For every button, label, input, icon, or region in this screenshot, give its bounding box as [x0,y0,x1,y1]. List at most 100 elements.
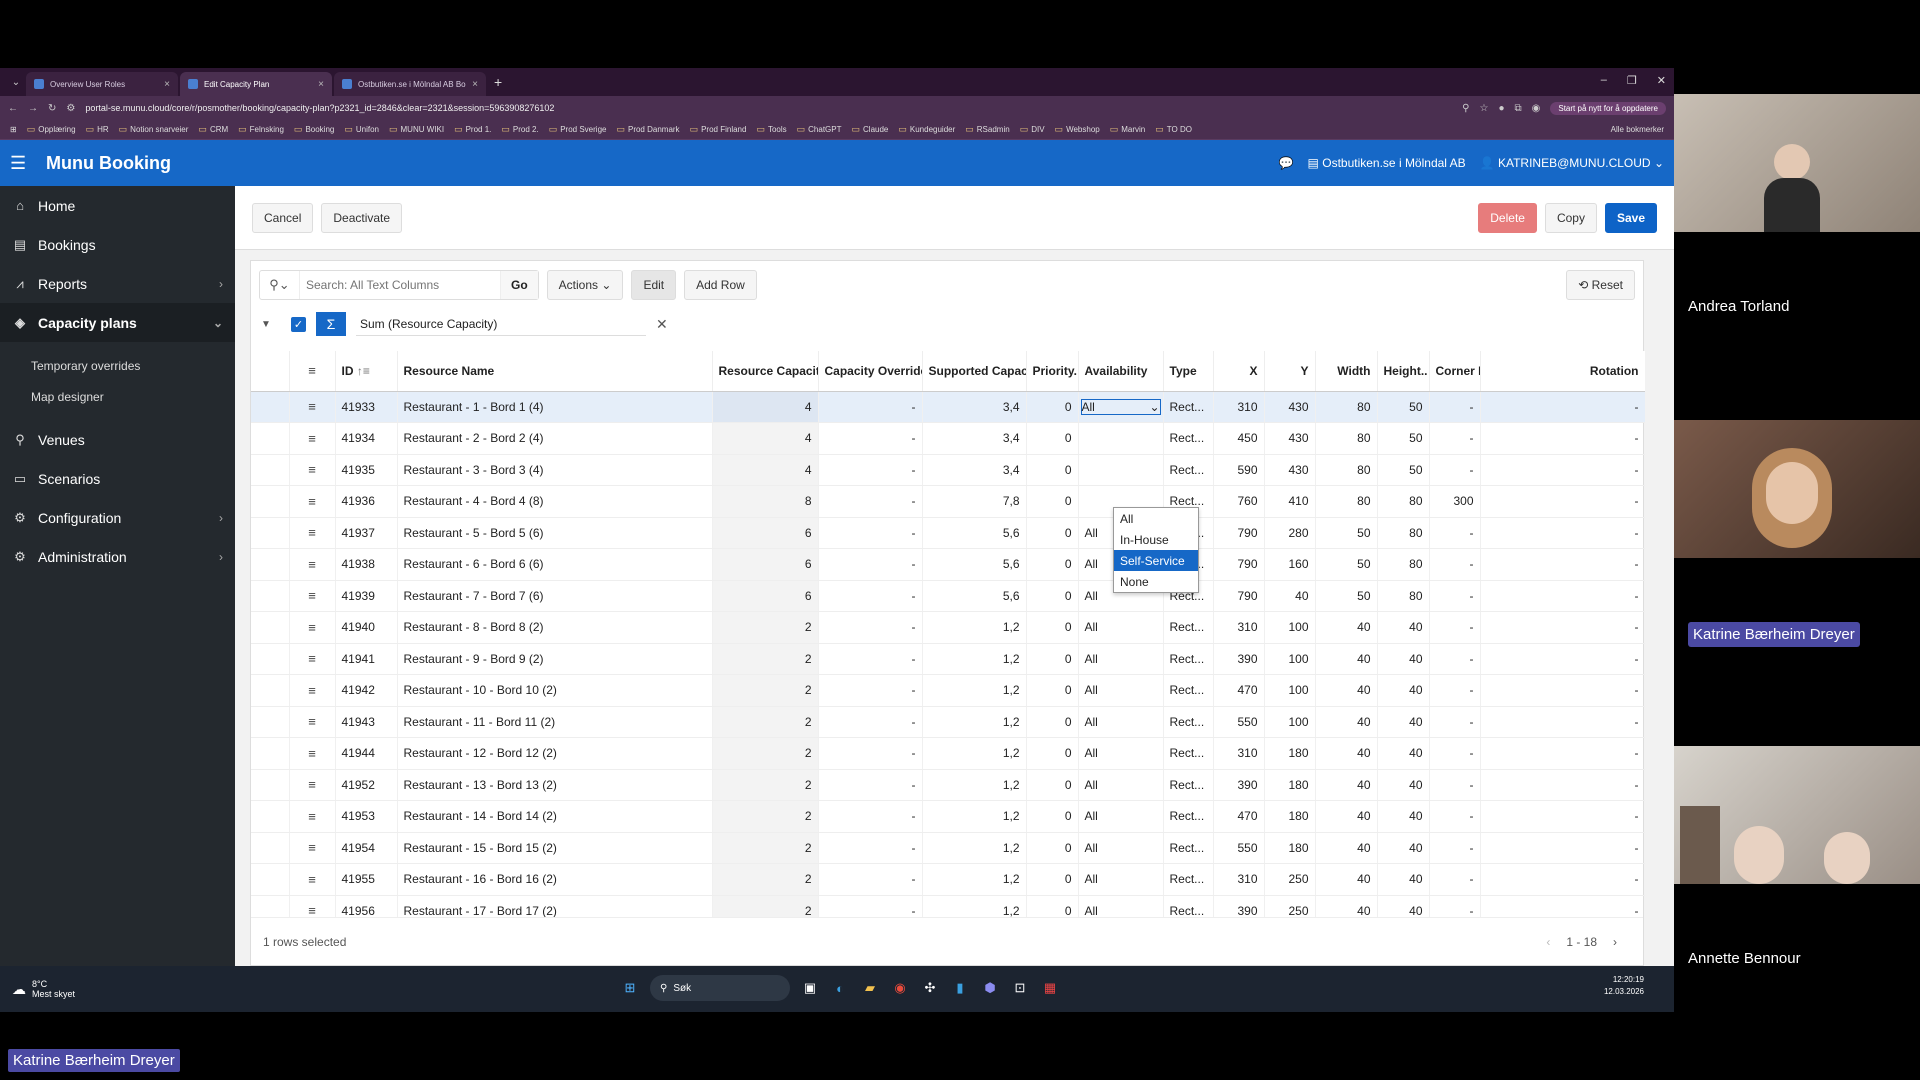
row-actions-icon[interactable]: ≡ [289,769,336,801]
row-actions-icon[interactable]: ≡ [289,895,336,918]
table-cell[interactable]: 80 [1377,485,1430,518]
restore-icon[interactable]: ❐ [1627,74,1637,87]
table-cell[interactable]: 41955 [335,863,398,896]
aggregate-checkbox[interactable]: ✓ [291,316,306,332]
table-cell[interactable]: 41954 [335,832,398,864]
table-cell[interactable]: 310 [1213,391,1265,423]
bookmark-item[interactable]: ▭ Booking [294,124,334,135]
column-header[interactable]: Availability [1078,351,1164,392]
deactivate-button[interactable]: Deactivate [321,202,403,233]
table-cell[interactable]: 41944 [335,737,398,770]
table-cell[interactable]: 40 [1377,643,1430,675]
table-row[interactable]: ≡ 41944 Restaurant - 12 - Bord 12 (2) 2 - 1,2… [251,737,1645,770]
bookmark-item[interactable]: ▭ ChatGPT [797,124,842,135]
row-actions-icon[interactable]: ≡ [289,611,336,644]
row-actions-icon[interactable]: ≡ [289,580,336,612]
table-cell[interactable]: - [818,422,923,455]
table-cell[interactable]: All [1078,422,1164,455]
table-cell[interactable]: 6 [712,548,819,581]
table-cell[interactable]: - [818,580,923,612]
table-cell[interactable]: - [818,643,923,675]
table-cell[interactable]: 160 [1264,548,1316,581]
table-cell[interactable]: - [1429,895,1481,918]
browser-tab[interactable]: Ostbutiken.se i Mölndal AB Bo × [334,72,486,96]
row-actions-icon[interactable]: ≡ [289,517,336,549]
table-row[interactable]: ≡ 41942 Restaurant - 10 - Bord 10 (2) 2 - 1,2… [251,674,1645,707]
table-cell[interactable]: 50 [1377,422,1430,455]
table-cell[interactable]: 3,4 [922,454,1027,486]
table-cell[interactable]: All [1078,737,1164,770]
app-icon[interactable]: ▦ [1040,978,1060,998]
column-header[interactable]: Capacity Override [818,351,923,392]
table-cell[interactable]: 41936 [335,485,398,518]
column-header[interactable]: Corner R [1429,351,1481,392]
chrome-icon[interactable]: ◉ [890,978,910,998]
table-cell[interactable]: Rect... [1163,422,1214,455]
bookmark-item[interactable]: ▭ Felnsking [238,124,284,135]
row-actions-icon[interactable]: ≡ [289,706,336,738]
company-selector[interactable]: ▤ Ostbutiken.se i Mölndal AB [1308,156,1466,170]
table-cell[interactable]: 1,2 [922,643,1027,675]
table-cell[interactable]: - [818,674,923,707]
table-cell[interactable]: 41942 [335,674,398,707]
table-cell[interactable]: All [1078,895,1164,918]
availability-select[interactable]: All ⌄ [1080,398,1161,415]
table-cell[interactable]: 41935 [335,454,398,486]
table-cell[interactable]: - [818,832,923,864]
table-cell[interactable]: 0 [1026,769,1079,801]
table-row[interactable]: ≡ 41939 Restaurant - 7 - Bord 7 (6) 6 - 5,6 0 A… [251,580,1645,612]
table-cell[interactable]: - [1429,674,1481,707]
apps-icon[interactable]: ⊞ [10,125,17,134]
row-actions-icon[interactable]: ≡ [289,643,336,675]
bookmark-item[interactable]: ▭ Opplæring [27,124,76,135]
user-menu[interactable]: 👤 KATRINEB@MUNU.CLOUD ⌄ [1480,156,1664,170]
table-cell[interactable]: All [1078,611,1164,644]
profile-icon[interactable]: ◉ [1532,103,1541,114]
table-cell[interactable]: 50 [1315,517,1378,549]
app-icon[interactable]: ⊡ [1010,978,1030,998]
taskbar-search[interactable]: ⚲ Søk [650,975,790,1001]
delete-button[interactable]: Delete [1478,202,1537,233]
table-cell[interactable]: 40 [1315,611,1378,644]
table-cell[interactable]: - [818,769,923,801]
table-cell[interactable]: Rect... [1163,863,1214,896]
sidebar-item-administration[interactable]: ⚙ Administration › [0,537,235,576]
table-cell[interactable]: 430 [1264,422,1316,455]
table-cell[interactable]: 40 [1264,580,1316,612]
sidebar-item-bookings[interactable]: ▤ Bookings [0,225,235,264]
table-cell[interactable]: 4 [712,422,819,455]
table-cell[interactable]: 1,2 [922,863,1027,896]
row-actions-icon[interactable]: ≡ [289,391,336,423]
table-cell[interactable]: All [1078,643,1164,675]
table-cell[interactable]: 8 [712,485,819,518]
table-cell[interactable]: Rect... [1163,706,1214,738]
prev-page-icon[interactable]: ‹ [1546,935,1550,949]
app-title[interactable]: Munu Booking [46,153,171,174]
table-cell[interactable]: - [1480,643,1645,675]
table-cell[interactable]: All [1078,832,1164,864]
table-cell[interactable]: 50 [1315,580,1378,612]
table-cell[interactable]: - [1429,391,1481,423]
column-header[interactable]: Width [1315,351,1378,392]
table-cell[interactable]: 40 [1315,706,1378,738]
table-cell[interactable]: 0 [1026,517,1079,549]
table-cell[interactable]: - [1429,737,1481,770]
table-cell[interactable]: - [1429,769,1481,801]
star-icon[interactable]: ☆ [1479,103,1488,114]
table-row[interactable]: ≡ 41934 Restaurant - 2 - Bord 2 (4) 4 - 3,4 0A… [251,422,1645,455]
table-cell[interactable]: 410 [1264,485,1316,518]
table-cell[interactable]: 41953 [335,800,398,833]
table-cell[interactable]: 6 [712,580,819,612]
table-cell[interactable]: Restaurant - 1 - Bord 1 (4) [397,391,713,423]
table-cell[interactable]: Rect... [1163,674,1214,707]
table-row[interactable]: ≡ 41935 Restaurant - 3 - Bord 3 (4) 4 - 3,4 0A… [251,454,1645,486]
table-row[interactable]: ≡ 41937 Restaurant - 5 - Bord 5 (6) 6 - 5,6 0 A… [251,517,1645,549]
table-cell[interactable]: All [1078,863,1164,896]
table-cell[interactable]: 1,2 [922,832,1027,864]
table-row[interactable]: ≡ 41956 Restaurant - 17 - Bord 17 (2) 2 - 1,2… [251,895,1645,918]
table-row[interactable]: ≡ 41941 Restaurant - 9 - Bord 9 (2) 2 - 1,2 0 A… [251,643,1645,675]
bookmark-item[interactable]: ▭ MUNU WIKI [389,124,444,135]
column-header[interactable]: Priority. [1026,351,1079,392]
table-cell[interactable]: 390 [1213,643,1265,675]
table-cell[interactable]: 180 [1264,800,1316,833]
